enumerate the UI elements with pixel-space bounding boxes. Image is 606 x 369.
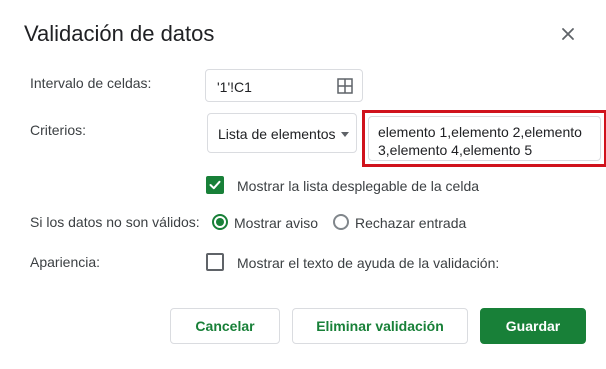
cancel-button[interactable]: Cancelar	[170, 308, 280, 344]
range-value: '1'!C1	[217, 79, 252, 95]
help-text-label: Mostrar el texto de ayuda de la validaci…	[237, 255, 500, 271]
show-dropdown-label: Mostrar la lista desplegable de la celda	[237, 178, 480, 194]
appearance-label: Apariencia:	[30, 254, 101, 270]
list-items-value: elemento 1,elemento 2,elemento 3,element…	[378, 124, 582, 158]
reject-input-radio[interactable]	[333, 214, 349, 230]
criteria-label: Criterios:	[30, 122, 87, 138]
data-validation-dialog: Validación de datos Intervalo de celdas:…	[0, 0, 606, 369]
grid-icon[interactable]	[337, 78, 353, 94]
criteria-type-select[interactable]: Lista de elementos	[207, 113, 357, 153]
caret-down-icon	[341, 132, 349, 137]
criteria-type-value: Lista de elementos	[218, 126, 336, 142]
range-label: Intervalo de celdas:	[30, 75, 152, 91]
remove-validation-button[interactable]: Eliminar validación	[292, 308, 468, 344]
show-warning-label: Mostrar aviso	[234, 215, 319, 231]
save-button[interactable]: Guardar	[480, 308, 586, 344]
help-text-checkbox[interactable]	[206, 253, 224, 271]
invalid-data-label: Si los datos no son válidos:	[30, 214, 200, 230]
dialog-title: Validación de datos	[24, 21, 215, 46]
show-warning-radio[interactable]	[212, 214, 228, 230]
range-input[interactable]: '1'!C1	[205, 69, 363, 102]
show-dropdown-checkbox[interactable]	[206, 176, 224, 194]
close-icon[interactable]	[556, 22, 580, 46]
reject-input-label: Rechazar entrada	[355, 215, 467, 231]
list-items-input[interactable]: elemento 1,elemento 2,elemento 3,element…	[368, 116, 601, 161]
